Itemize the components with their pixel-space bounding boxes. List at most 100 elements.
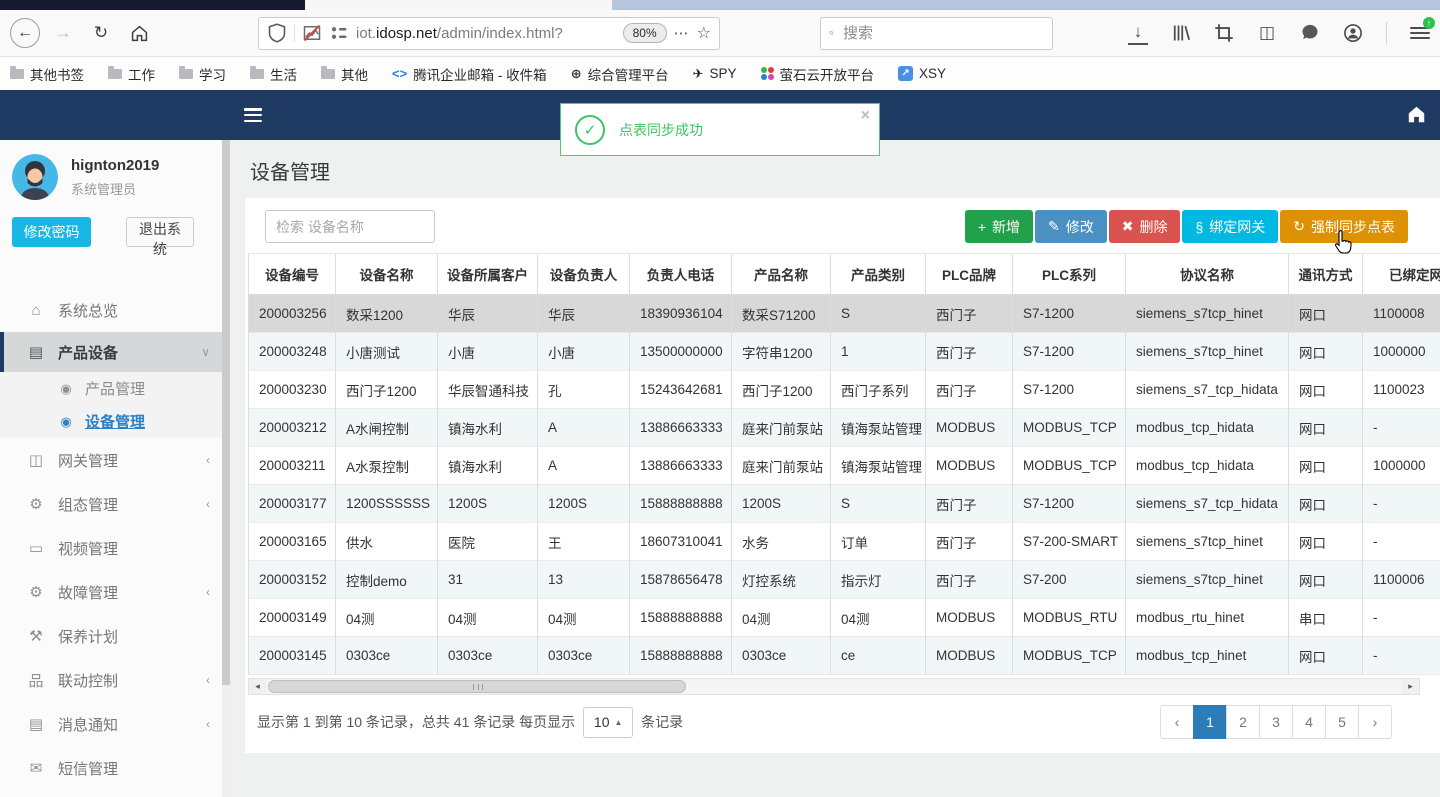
table-row[interactable]: 200003152 控制demo 31 13 15878656478 灯控系统 指示灯 西门子…	[248, 560, 1440, 599]
column-header-10[interactable]: 通讯方式	[1288, 253, 1363, 295]
page-actions-icon[interactable]: ⋯	[674, 24, 690, 42]
active-tab-sliver[interactable]	[305, 0, 612, 10]
page-button-5[interactable]: 5	[1325, 705, 1359, 739]
browser-search-bar[interactable]	[820, 16, 1053, 50]
bookmark-work[interactable]: 工作	[108, 64, 155, 84]
logout-button[interactable]: 退出系统	[126, 217, 194, 257]
bookmark-tencent-mail[interactable]: <> 腾讯企业邮箱 - 收件箱	[392, 64, 547, 84]
bookmark-ys7-open[interactable]: 萤石云开放平台	[760, 64, 874, 84]
permissions-icon[interactable]	[329, 23, 349, 43]
column-header-5[interactable]: 产品名称	[731, 253, 831, 295]
table-row[interactable]: 200003248 小唐测试 小唐 小唐 13500000000 字符串1200 1 西门子 S…	[248, 332, 1440, 371]
edit-button[interactable]: ✎ 修改	[1035, 210, 1107, 243]
bookmark-study[interactable]: 学习	[179, 64, 226, 84]
bookmark-misc[interactable]: 其他	[321, 64, 368, 84]
sidebar-item-maintenance-plan[interactable]: ⚒ 保养计划	[0, 614, 230, 658]
bookmark-mgmt-platform[interactable]: ⊕ 综合管理平台	[571, 64, 669, 84]
sidebar-item-scada-mgmt[interactable]: ⚙ 组态管理 ‹	[0, 482, 230, 526]
home-button[interactable]	[124, 18, 154, 48]
bookmark-other-bookmarks[interactable]: 其他书签	[10, 64, 84, 84]
table-row[interactable]: 200003230 西门子1200 华辰智通科技孔 15243642681 西门子120…	[248, 370, 1440, 409]
page-button-4[interactable]: 4	[1292, 705, 1326, 739]
cell: MODBUS	[925, 408, 1013, 447]
close-icon[interactable]: ×	[861, 107, 870, 125]
scrollbar-thumb[interactable]	[268, 680, 686, 693]
column-header-9[interactable]: 协议名称	[1125, 253, 1289, 295]
column-header-4[interactable]: 负责人电话	[629, 253, 732, 295]
page-size-select[interactable]: 10 ▲	[583, 706, 634, 738]
bookmark-spy[interactable]: ✈ SPY	[693, 66, 737, 82]
device-search-input[interactable]	[265, 210, 435, 243]
page-button-next[interactable]: ›	[1358, 705, 1392, 739]
sidebar-item-device-mgmt[interactable]: ◉ 设备管理	[0, 405, 230, 438]
url-text[interactable]: iot.idosp.net/admin/index.html?	[356, 25, 563, 42]
bind-gateway-button[interactable]: § 绑定网关	[1182, 210, 1279, 243]
sidebars-icon[interactable]: ◫	[1257, 23, 1277, 43]
cell: 镇海泵站管理	[830, 446, 926, 485]
menu-icon[interactable]: ↑	[1410, 17, 1435, 43]
table-row[interactable]: 200003256 数采1200 华辰 华辰 18390936104 数采S71200 S 西…	[248, 294, 1440, 333]
reload-button[interactable]: ↻	[86, 18, 116, 48]
table-row[interactable]: 200003165 供水 医院王 18607310041 水务 订单 西门子 S7-200-S…	[248, 522, 1440, 561]
table-row[interactable]: 200003212 A水闸控制 镇海水利 A 13886663333 庭来门前泵站 镇海泵站…	[248, 408, 1440, 447]
sidebar-scrollbar-thumb[interactable]	[222, 140, 230, 685]
url-bar[interactable]: iot.idosp.net/admin/index.html? 80% ⋯ ☆	[258, 16, 720, 50]
column-header-2[interactable]: 设备所属客户	[437, 253, 538, 295]
page-button-prev[interactable]: ‹	[1160, 705, 1194, 739]
table-row[interactable]: 200003149 04测 04测 04测 15888888888 04测 04测 MODBU…	[248, 598, 1440, 637]
downloads-icon[interactable]: ↓	[1128, 22, 1148, 45]
scroll-left-arrow[interactable]: ◂	[249, 679, 266, 694]
cell: 200003212	[248, 408, 336, 447]
zoom-level-badge[interactable]: 80%	[622, 23, 667, 43]
table-row[interactable]: 200003145 0303ce 0303ce 0303ce 15888888888 03…	[248, 636, 1440, 675]
table-row[interactable]: 200003211 A水泵控制 镇海水利 A 13886663333 庭来门前泵站 镇海泵站…	[248, 446, 1440, 485]
page-button-2[interactable]: 2	[1226, 705, 1260, 739]
column-header-6[interactable]: 产品类别	[830, 253, 926, 295]
caret-up-icon: ▲	[614, 717, 623, 727]
column-header-8[interactable]: PLC系列	[1012, 253, 1126, 295]
sidebar-item-gateway-mgmt[interactable]: ◫ 网关管理 ‹	[0, 438, 230, 482]
sidebar-item-linkage-control[interactable]: 品联动控制 ‹	[0, 658, 230, 702]
page-button-1[interactable]: 1	[1193, 705, 1227, 739]
app-home-icon[interactable]	[1407, 105, 1426, 129]
sidebar-item-sms-mgmt[interactable]: ✉ 短信管理	[0, 746, 230, 790]
account-icon[interactable]	[1343, 23, 1363, 43]
cell: 200003177	[248, 484, 336, 523]
add-button[interactable]: + 新增	[964, 210, 1033, 243]
bookmark-star-icon[interactable]: ☆	[697, 23, 711, 43]
delete-button[interactable]: ✖ 删除	[1108, 210, 1181, 243]
sidebar-toggle-icon[interactable]	[244, 108, 262, 122]
scroll-right-arrow[interactable]: ▸	[1402, 679, 1419, 694]
sidebar-item-overview[interactable]: ⌂ 系统总览	[0, 288, 230, 332]
screenshot-crop-icon[interactable]	[1214, 23, 1234, 43]
column-header-3[interactable]: 设备负责人	[537, 253, 630, 295]
cell: 1100006	[1362, 560, 1440, 599]
pocket-chat-icon[interactable]	[1300, 23, 1320, 43]
library-icon[interactable]	[1171, 23, 1191, 43]
column-header-7[interactable]: PLC品牌	[925, 253, 1013, 295]
back-button[interactable]: ←	[10, 18, 40, 48]
shield-icon[interactable]	[267, 23, 287, 43]
dot	[760, 74, 767, 80]
sidebar-item-message-notify[interactable]: ▤ 消息通知 ‹	[0, 702, 230, 746]
change-password-button[interactable]: 修改密码	[12, 217, 91, 247]
column-header-11[interactable]: 已绑定网关	[1362, 253, 1440, 295]
sidebar-scrollbar[interactable]	[222, 140, 230, 797]
avatar	[12, 154, 58, 200]
page-button-3[interactable]: 3	[1259, 705, 1293, 739]
column-header-1[interactable]: 设备名称	[335, 253, 438, 295]
table-row[interactable]: 200003177 1200SSSSSS 1200S 1200S 15888888888…	[248, 484, 1440, 523]
cell: 灯控系统	[731, 560, 831, 599]
sidebar-item-product-device[interactable]: ▤ 产品设备 ∨	[0, 332, 230, 372]
images-blocked-icon[interactable]	[302, 23, 322, 43]
sidebar-item-product-mgmt[interactable]: ◉ 产品管理	[0, 372, 230, 405]
forward-button[interactable]: →	[48, 18, 78, 48]
bookmark-xsy[interactable]: ↗ XSY	[898, 66, 946, 81]
bookmark-life[interactable]: 生活	[250, 64, 297, 84]
sidebar-item-screen-mgmt[interactable]: ▭大屏管理	[0, 790, 230, 797]
sidebar-item-video-mgmt[interactable]: ▭ 视频管理	[0, 526, 230, 570]
horizontal-scrollbar[interactable]: ◂ ▸	[248, 678, 1420, 695]
browser-search-input[interactable]	[841, 23, 1044, 43]
sidebar-item-fault-mgmt[interactable]: ⚙ 故障管理 ‹	[0, 570, 230, 614]
column-header-0[interactable]: 设备编号	[248, 253, 336, 295]
